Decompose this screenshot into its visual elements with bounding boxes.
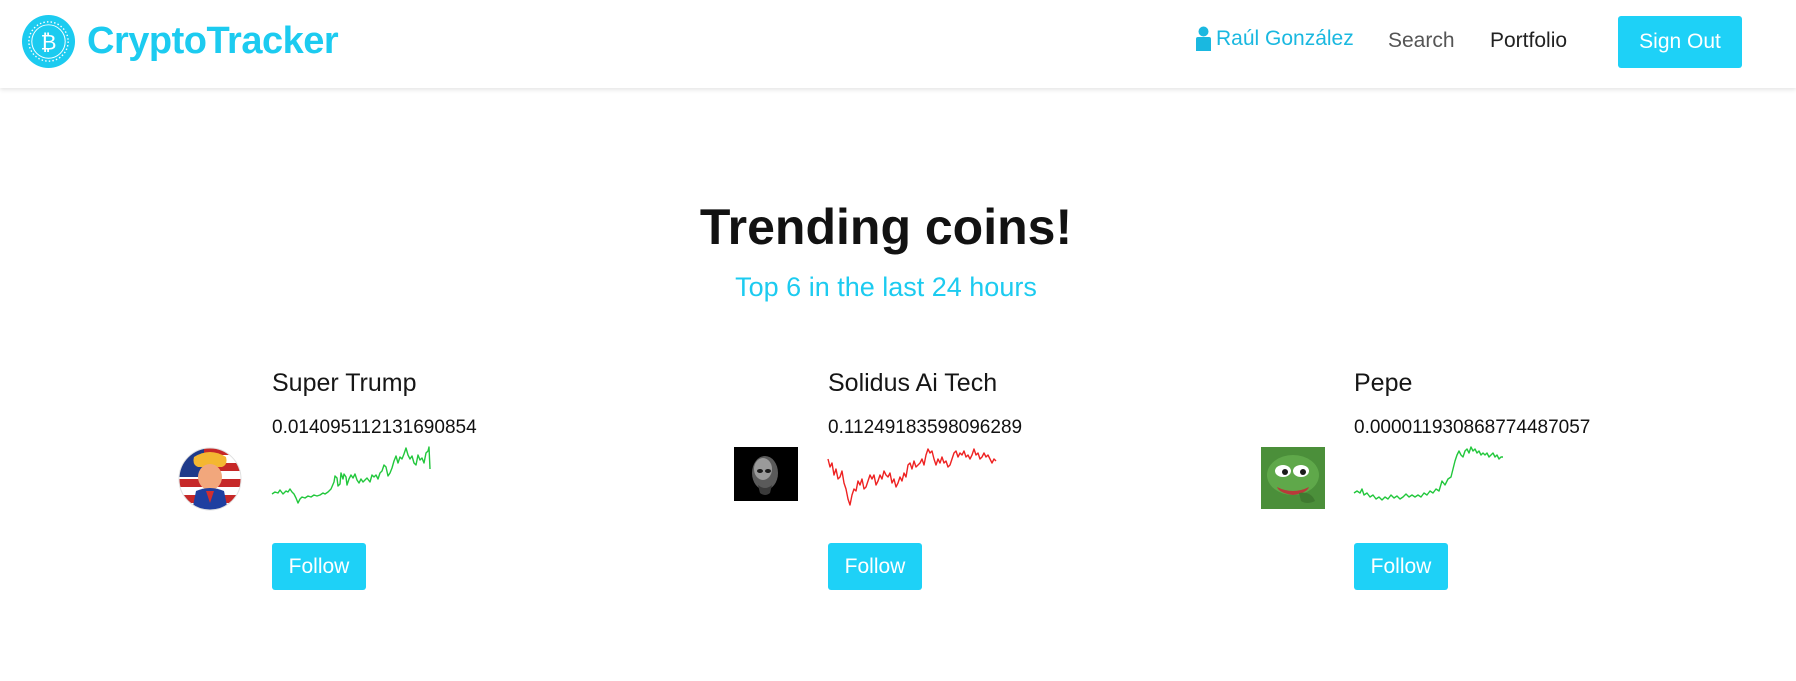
follow-button[interactable]: Follow <box>828 543 922 590</box>
user-icon <box>1196 26 1211 51</box>
coin-card-pepe: Pepe 0.000011930868774487057 Follow <box>1261 365 1681 595</box>
coin-name: Pepe <box>1354 369 1413 397</box>
price-sparkline <box>1353 446 1503 501</box>
price-sparkline <box>827 448 997 506</box>
page-title: Trending coins! <box>699 199 1073 255</box>
page-subtitle: Top 6 in the last 24 hours <box>735 272 1037 302</box>
coin-price: 0.11249183598096289 <box>828 417 1023 438</box>
coin-avatar-solidus-ai-tech <box>734 447 798 511</box>
svg-text:₿: ₿ <box>41 30 57 55</box>
bitcoin-logo-icon: ₿ <box>21 14 76 69</box>
coin-name: Solidus Ai Tech <box>828 369 998 397</box>
follow-button[interactable]: Follow <box>1354 543 1448 590</box>
navbar: ₿ CryptoTracker Raúl González Search Por… <box>0 0 1796 88</box>
user-profile-link[interactable]: Raúl González <box>1195 26 1354 52</box>
coin-name: Super Trump <box>272 369 417 397</box>
user-name: Raúl González <box>1216 27 1354 50</box>
brand-link[interactable]: ₿ CryptoTracker <box>21 14 339 69</box>
coin-avatar-super-trump <box>178 447 242 511</box>
coin-avatar-pepe <box>1261 447 1325 509</box>
coin-card-super-trump: Super Trump 0.014095112131690854 Follow <box>178 365 598 595</box>
coin-card-solidus-ai-tech: Solidus Ai Tech 0.11249183598096289 Foll… <box>734 365 1154 595</box>
coin-price: 0.000011930868774487057 <box>1354 417 1591 438</box>
coin-price: 0.014095112131690854 <box>272 417 477 438</box>
follow-button[interactable]: Follow <box>272 543 366 590</box>
nav-search-link[interactable]: Search <box>1388 29 1455 53</box>
sign-out-button[interactable]: Sign Out <box>1618 16 1742 68</box>
brand-name: CryptoTracker <box>87 20 339 62</box>
nav-portfolio-link[interactable]: Portfolio <box>1490 29 1567 53</box>
price-sparkline <box>271 446 431 504</box>
